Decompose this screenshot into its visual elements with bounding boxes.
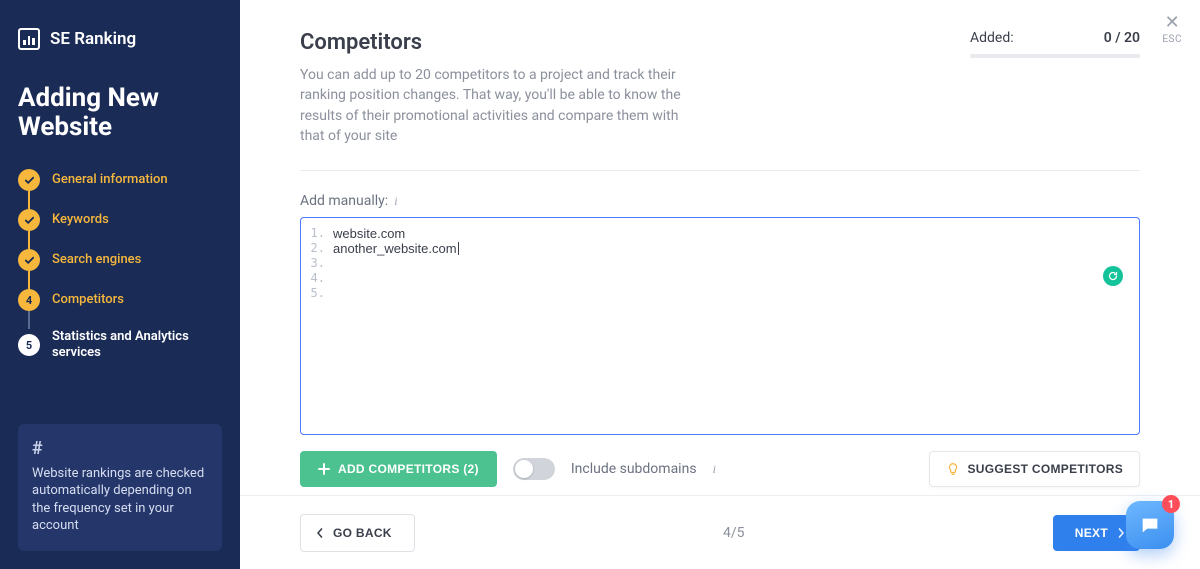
- next-label: NEXT: [1075, 526, 1108, 540]
- suggest-competitors-button[interactable]: SUGGEST COMPETITORS: [929, 451, 1141, 487]
- competitors-textarea[interactable]: 1.2.3.4.5. website.com another_website.c…: [300, 217, 1140, 435]
- brand-name: SE Ranking: [50, 29, 136, 49]
- wizard-title: Adding New Website: [18, 84, 222, 141]
- step-number-icon: 4: [18, 289, 40, 311]
- check-icon: [18, 209, 40, 231]
- editor-actions: ADD COMPETITORS (2) Include subdomains i…: [300, 451, 1140, 487]
- info-icon[interactable]: i: [394, 194, 397, 209]
- divider: [300, 170, 1140, 171]
- step-competitors[interactable]: 4 Competitors: [18, 289, 222, 311]
- editor-line: website.com: [333, 226, 1129, 241]
- step-label: Keywords: [52, 212, 109, 228]
- include-subdomains-toggle[interactable]: [513, 458, 555, 480]
- added-progress-bar: [970, 54, 1140, 58]
- toggle-knob: [515, 460, 533, 478]
- step-general-information[interactable]: General information: [18, 169, 222, 191]
- chat-unread-badge: 1: [1162, 495, 1180, 513]
- added-label: Added:: [970, 30, 1014, 46]
- chat-icon: [1139, 514, 1161, 536]
- sidebar-tip: # Website rankings are checked automatic…: [18, 424, 222, 551]
- line-gutter: 1.2.3.4.5.: [301, 218, 329, 434]
- step-connector: [28, 311, 30, 329]
- chevron-right-icon: [1116, 528, 1126, 538]
- step-connector: [28, 191, 30, 209]
- chat-widget-button[interactable]: 1: [1126, 501, 1174, 549]
- added-count: 0 / 20: [1104, 30, 1140, 46]
- step-connector: [28, 231, 30, 249]
- check-icon: [18, 249, 40, 271]
- suggest-competitors-label: SUGGEST COMPETITORS: [968, 462, 1124, 476]
- step-search-engines[interactable]: Search engines: [18, 249, 222, 271]
- manual-input-label: Add manually: i: [300, 193, 1140, 209]
- go-back-button[interactable]: GO BACK: [300, 514, 415, 552]
- step-connector: [28, 271, 30, 289]
- content-area: Competitors You can add up to 20 competi…: [240, 0, 1200, 495]
- brand-logo-icon: [18, 28, 40, 50]
- added-counter: Added: 0 / 20: [970, 30, 1140, 58]
- wizard-sidebar: SE Ranking Adding New Website General in…: [0, 0, 240, 569]
- editor-lines: website.com another_website.com: [329, 218, 1139, 434]
- brand: SE Ranking: [18, 28, 222, 50]
- main-panel: ✕ ESC Competitors You can add up to 20 c…: [240, 0, 1200, 569]
- editor-line: another_website.com: [333, 241, 1129, 256]
- hash-icon: #: [32, 438, 208, 459]
- add-competitors-button[interactable]: ADD COMPETITORS (2): [300, 451, 497, 487]
- step-pager: 4/5: [723, 525, 745, 541]
- check-icon: [18, 169, 40, 191]
- wizard-steps: General information Keywords Search engi…: [18, 169, 222, 362]
- step-label: Competitors: [52, 292, 124, 308]
- wizard-footer: GO BACK 4/5 NEXT: [240, 495, 1200, 569]
- step-label: Search engines: [52, 252, 141, 268]
- include-subdomains-label: Include subdomains: [571, 461, 697, 477]
- page-title: Competitors: [300, 30, 700, 55]
- step-label: General information: [52, 172, 168, 188]
- go-back-label: GO BACK: [333, 526, 392, 540]
- step-label: Statistics and Analytics services: [52, 329, 222, 362]
- step-number-icon: 5: [18, 334, 40, 356]
- add-competitors-label: ADD COMPETITORS (2): [338, 462, 479, 476]
- page-subtitle: You can add up to 20 competitors to a pr…: [300, 65, 700, 146]
- step-keywords[interactable]: Keywords: [18, 209, 222, 231]
- lightbulb-icon: [946, 462, 960, 476]
- info-icon[interactable]: i: [713, 462, 716, 477]
- chevron-left-icon: [315, 528, 325, 538]
- step-statistics-services[interactable]: 5 Statistics and Analytics services: [18, 329, 222, 362]
- plus-icon: [318, 463, 330, 475]
- tip-text: Website rankings are checked automatical…: [32, 465, 208, 535]
